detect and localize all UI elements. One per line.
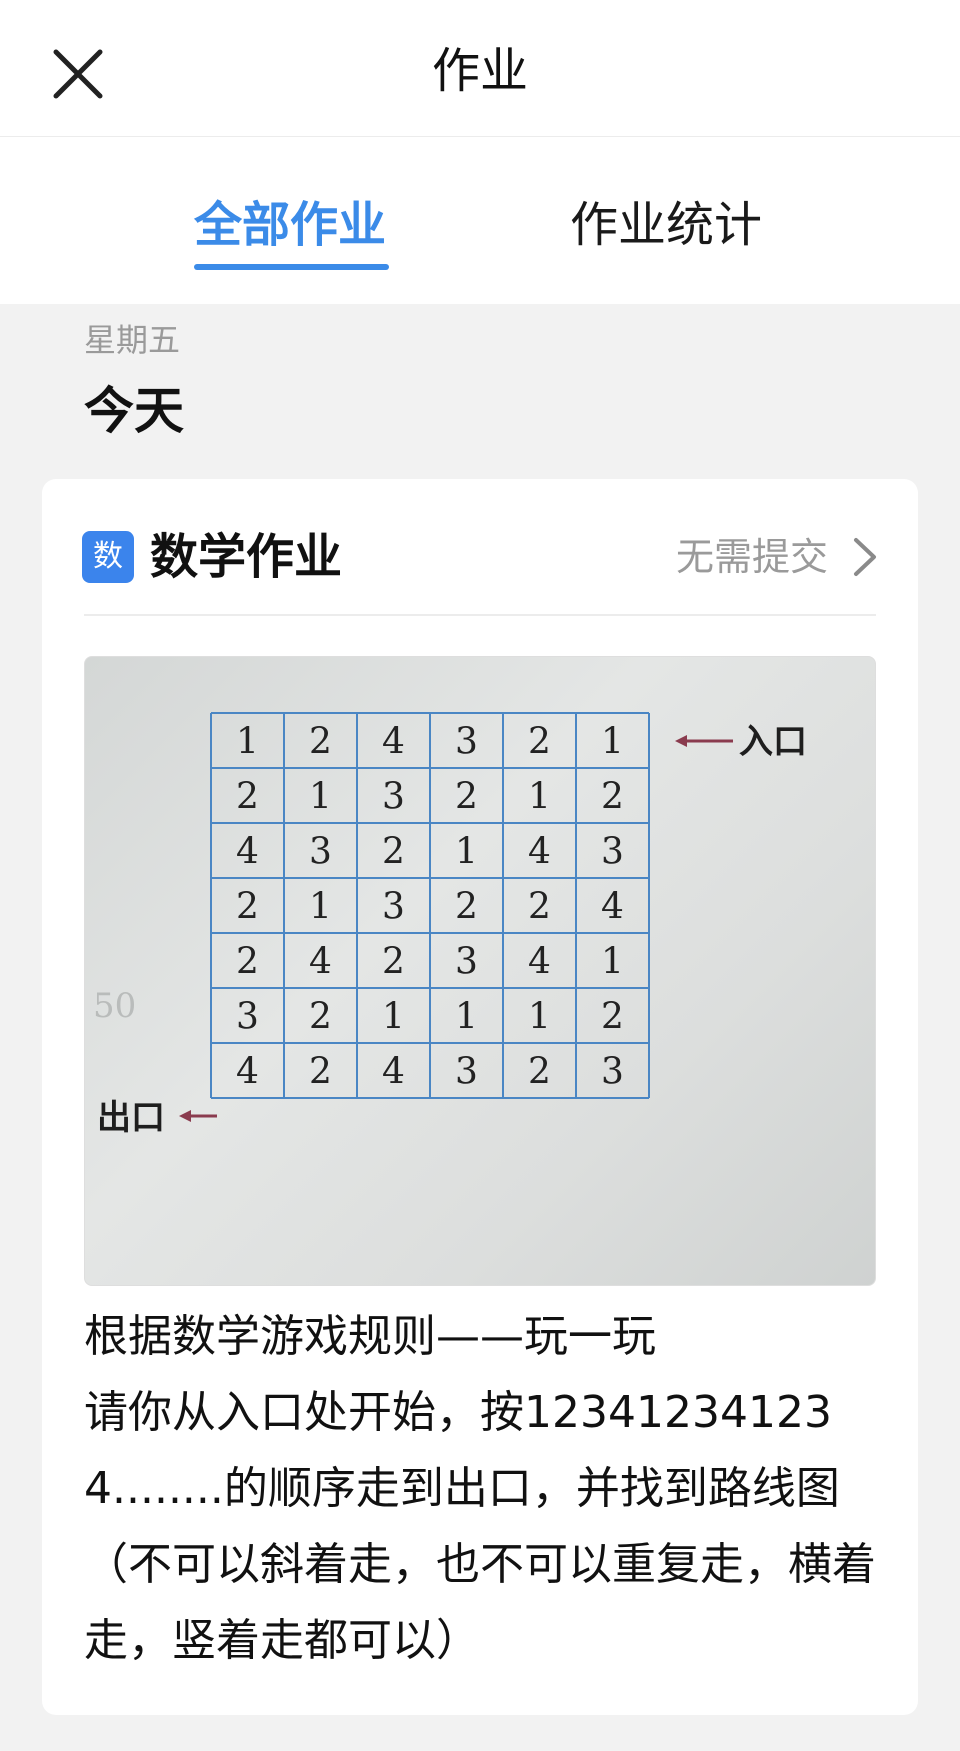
maze-cell-number: 1 [455, 832, 478, 873]
maze-cell-number: 4 [236, 832, 259, 873]
number-maze-photo: 50 1 2 4 3 2 1 2 1 3 2 1 2 4 3 2 1 4 3 2 1 3 2 2 4 2 4 2 3 4 1 3 2 1 1 1 2 4… [93, 712, 807, 1138]
maze-cell-number: 2 [236, 887, 259, 928]
maze-cell-number: 2 [382, 942, 405, 983]
maze-cell-number: 4 [528, 942, 551, 983]
homework-title: 数学作业 [150, 529, 343, 585]
page-title: 作业 [431, 43, 528, 99]
maze-cell-number: 2 [455, 777, 478, 818]
maze-cell-number: 4 [601, 887, 624, 928]
maze-cell-number: 2 [382, 832, 405, 873]
homework-description: 根据数学游戏规则——玩一玩 请你从入口处开始，按123412341234....… [84, 1311, 876, 1666]
maze-cell-number: 1 [236, 722, 259, 763]
header-bar: 作业 [0, 0, 960, 137]
maze-cell-number: 3 [601, 832, 624, 873]
homework-photo[interactable]: 50 1 2 4 3 2 1 2 1 3 2 1 2 4 3 2 1 4 3 2 1 3 2 2 4 2 4 2 3 4 1 3 2 1 1 1 2 4… [84, 656, 876, 1286]
maze-cell-number: 1 [455, 997, 478, 1038]
active-tab-indicator [194, 264, 389, 270]
maze-cell-number: 1 [382, 997, 405, 1038]
card-divider [84, 614, 876, 616]
tab-homework-stats[interactable]: 作业统计 [570, 190, 762, 260]
maze-cell-number: 2 [455, 887, 478, 928]
maze-cell-number: 4 [309, 942, 332, 983]
chevron-right-icon[interactable] [850, 536, 880, 578]
maze-cell-number: 3 [309, 832, 332, 873]
maze-cell-number: 3 [601, 1052, 624, 1093]
maze-cell-number: 1 [528, 997, 551, 1038]
faded-page-number: 50 [93, 986, 136, 1026]
entry-arrow [675, 735, 733, 747]
maze-cell-number: 4 [382, 1052, 405, 1093]
maze-grid-lines [210, 712, 650, 1099]
math-subject-badge: 数 [82, 531, 134, 583]
tab-bar: 全部作业 作业统计 [0, 137, 960, 304]
exit-label: 出口 [97, 1098, 165, 1138]
maze-cell-number: 1 [309, 887, 332, 928]
maze-cell-number: 2 [309, 997, 332, 1038]
maze-cell-number: 3 [382, 777, 405, 818]
maze-cell-number: 2 [601, 997, 624, 1038]
maze-cell-number: 2 [309, 722, 332, 763]
maze-cell-number: 3 [382, 887, 405, 928]
homework-card[interactable]: 数 数学作业 无需提交 50 1 2 4 3 2 1 2 1 3 2 1 2 4 3 2 1 4 3 2 1 3 2 2 4 2… [42, 479, 918, 1715]
maze-cell-number: 3 [455, 1052, 478, 1093]
maze-cell-number: 2 [528, 1052, 551, 1093]
submit-status: 无需提交 [675, 535, 828, 579]
maze-cell-number: 2 [309, 1052, 332, 1093]
maze-cell-number: 2 [236, 777, 259, 818]
maze-cell-number: 4 [236, 1052, 259, 1093]
maze-cell-number: 3 [455, 722, 478, 763]
exit-arrow [179, 1110, 217, 1122]
day-heading: 今天 [84, 382, 184, 440]
maze-cell-number: 2 [528, 722, 551, 763]
maze-cell-number: 2 [236, 942, 259, 983]
tab-all-homework[interactable]: 全部作业 [194, 190, 386, 260]
maze-cell-number: 4 [528, 832, 551, 873]
maze-cell-number: 3 [236, 997, 259, 1038]
maze-cell-number: 1 [309, 777, 332, 818]
maze-cell-number: 3 [455, 942, 478, 983]
maze-cell-number: 1 [528, 777, 551, 818]
maze-cell-number: 2 [528, 887, 551, 928]
weekday-label: 星期五 [84, 321, 181, 359]
maze-cell-number: 1 [601, 722, 624, 763]
entry-label: 入口 [739, 722, 807, 762]
maze-cell-number: 1 [601, 942, 624, 983]
maze-cell-number: 2 [601, 777, 624, 818]
maze-cell-number: 4 [382, 722, 405, 763]
